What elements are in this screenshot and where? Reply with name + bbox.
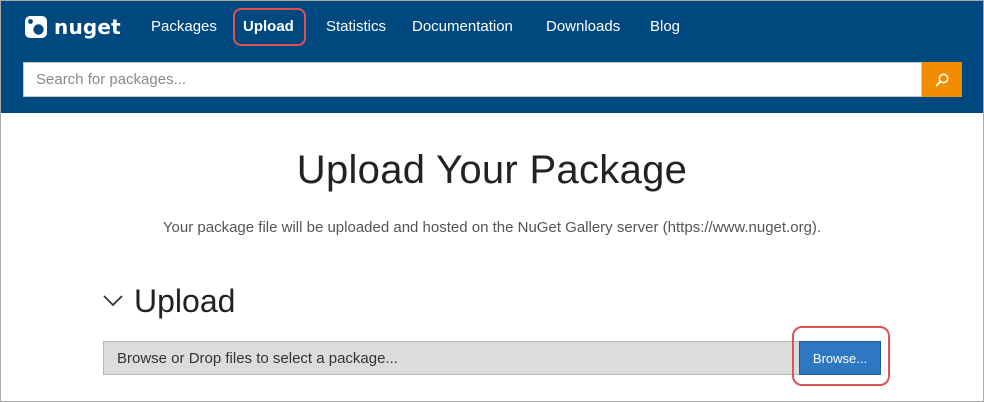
nuget-logo[interactable]: nuget: [25, 13, 121, 41]
nuget-logo-icon: [25, 16, 47, 38]
nav-blog[interactable]: Blog: [650, 13, 680, 41]
nav-statistics[interactable]: Statistics: [326, 13, 386, 41]
drop-zone-text: Browse or Drop files to select a package…: [117, 349, 398, 367]
nav-downloads[interactable]: Downloads: [546, 13, 620, 41]
search-placeholder: Search for packages...: [36, 71, 187, 88]
brand-name: nuget: [54, 15, 121, 39]
upload-highlight-annotation: [233, 8, 306, 46]
search-button[interactable]: [922, 62, 962, 97]
section-heading-label: Upload: [134, 282, 236, 319]
nav-documentation[interactable]: Documentation: [412, 13, 513, 41]
upload-section-toggle[interactable]: Upload: [102, 282, 235, 320]
search-icon: [935, 73, 949, 86]
browse-highlight-annotation: [792, 326, 890, 386]
chevron-down-icon: [103, 295, 123, 307]
page-title: Upload Your Package: [296, 148, 688, 192]
search-input[interactable]: Search for packages...: [23, 62, 922, 97]
page-subtitle: Your package file will be uploaded and h…: [162, 219, 822, 236]
file-drop-zone[interactable]: Browse or Drop files to select a package…: [103, 341, 799, 375]
nav-packages[interactable]: Packages: [151, 13, 217, 41]
